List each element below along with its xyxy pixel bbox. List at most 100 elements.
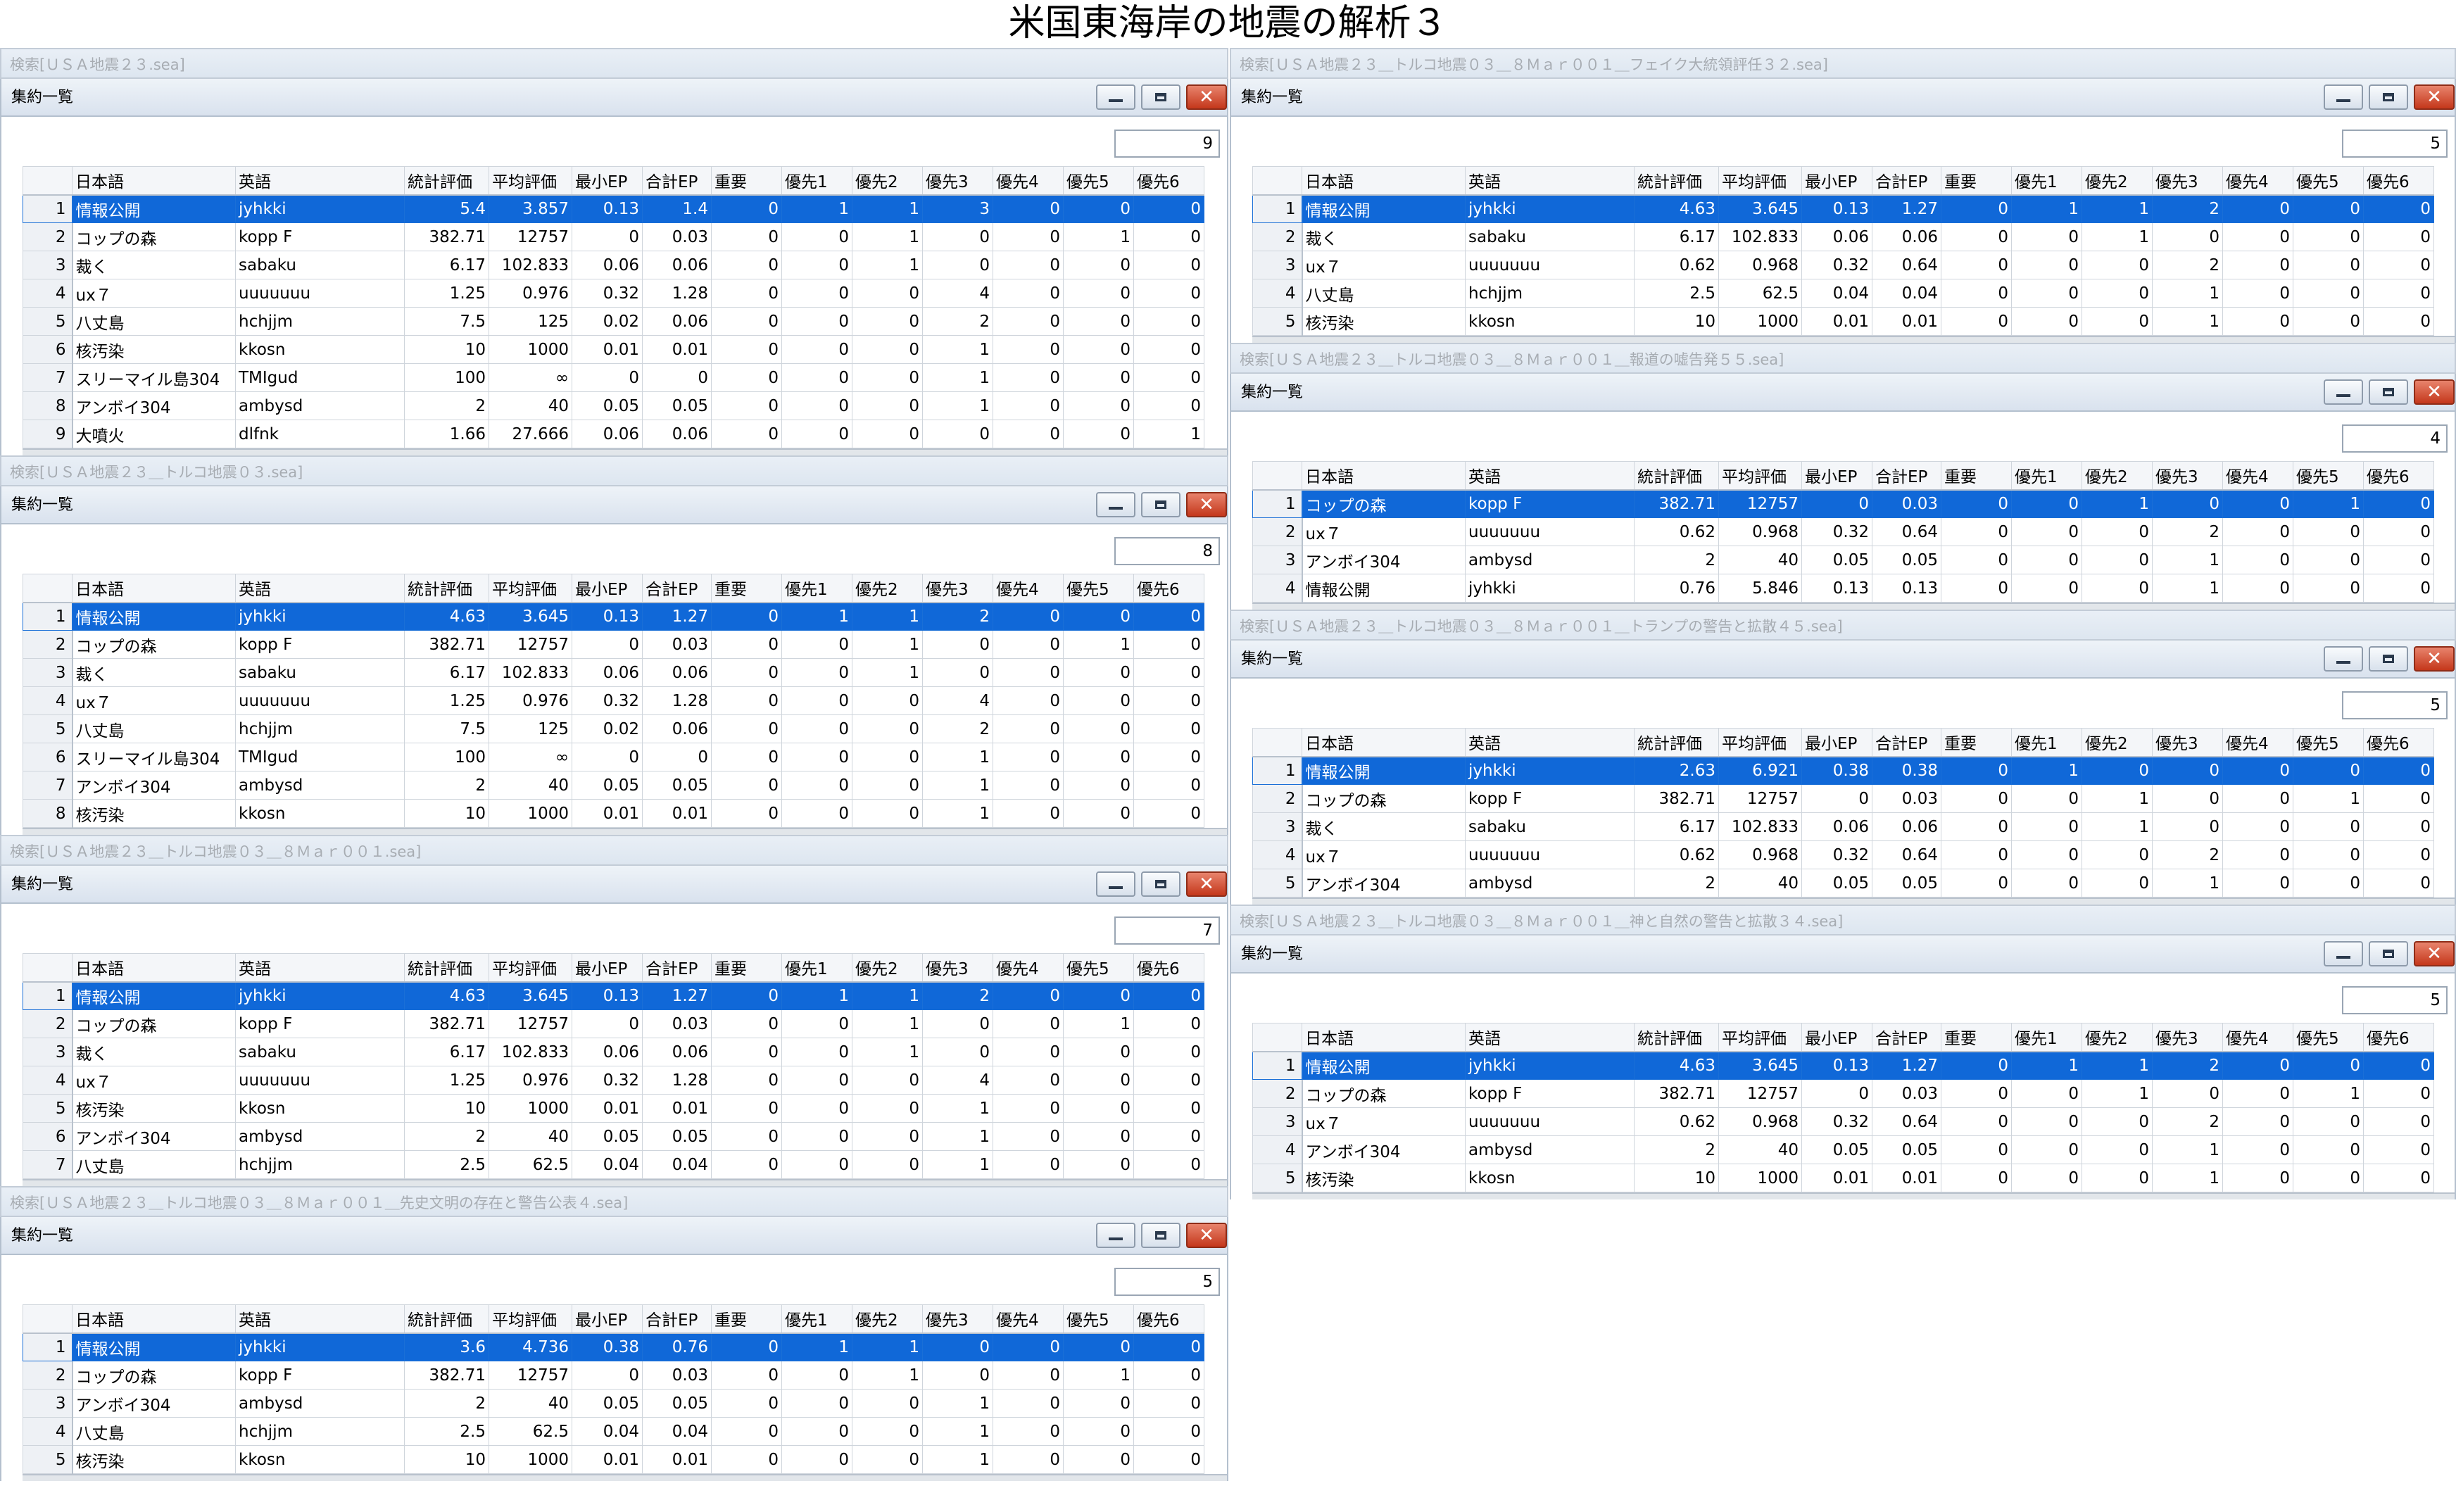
- column-header[interactable]: 優先5: [1063, 1304, 1134, 1334]
- column-header[interactable]: 優先6: [2363, 166, 2434, 196]
- column-header[interactable]: 優先3: [922, 953, 993, 983]
- column-header[interactable]: 統計評価: [1634, 1023, 1719, 1052]
- column-header[interactable]: 平均評価: [489, 953, 572, 983]
- table-row[interactable]: 2 ux７ uuuuuuu 0.62 0.968 0.32 0.64 0 0 0 2 0 0 0: [1252, 517, 2434, 546]
- minimize-button[interactable]: [1096, 1223, 1135, 1248]
- table-row[interactable]: 1 情報公開 jyhkki 3.6 4.736 0.38 0.76 0 1 1 0 0 0 0: [23, 1333, 1204, 1361]
- column-header[interactable]: 優先4: [993, 1304, 1064, 1334]
- table-row[interactable]: 2 コップの森 kopp F 382.71 12757 0 0.03 0 0 1 0 0 1 0: [23, 630, 1204, 659]
- table-row[interactable]: 2 コップの森 kopp F 382.71 12757 0 0.03 0 0 1 0 0 1 0: [23, 1361, 1204, 1390]
- column-header[interactable]: 平均評価: [1718, 461, 1802, 491]
- column-header[interactable]: 合計EP: [642, 166, 712, 196]
- column-header[interactable]: 優先4: [993, 574, 1064, 603]
- table-row[interactable]: 1 情報公開 jyhkki 4.63 3.645 0.13 1.27 0 1 1 2 0 0 0: [1252, 194, 2434, 223]
- column-header[interactable]: 優先3: [922, 574, 993, 603]
- minimize-button[interactable]: [2324, 646, 2363, 672]
- close-button[interactable]: ✕: [2414, 646, 2455, 672]
- column-header[interactable]: 優先5: [1063, 166, 1134, 196]
- column-header[interactable]: 優先2: [852, 1304, 923, 1334]
- column-header[interactable]: 合計EP: [1872, 728, 1941, 757]
- column-header[interactable]: 優先2: [852, 953, 923, 983]
- column-header[interactable]: 平均評価: [489, 574, 572, 603]
- result-count-field[interactable]: 5: [2342, 691, 2448, 719]
- column-header[interactable]: 重要: [1941, 461, 2012, 491]
- maximize-button[interactable]: [1141, 1223, 1180, 1248]
- column-header[interactable]: 最小EP: [1801, 461, 1872, 491]
- close-button[interactable]: ✕: [1186, 84, 1227, 110]
- table-row[interactable]: 3 アンボイ304 ambysd 2 40 0.05 0.05 0 0 0 1 0 0 0: [1252, 546, 2434, 574]
- close-button[interactable]: ✕: [2414, 941, 2455, 966]
- column-header[interactable]: 優先2: [852, 574, 923, 603]
- maximize-button[interactable]: [2369, 646, 2408, 672]
- column-header[interactable]: 合計EP: [1872, 461, 1941, 491]
- column-header[interactable]: 合計EP: [642, 953, 712, 983]
- table-row[interactable]: 3 裁く sabaku 6.17 102.833 0.06 0.06 0 0 1 0 0 0 0: [23, 251, 1204, 279]
- maximize-button[interactable]: [1141, 84, 1180, 110]
- result-count-field[interactable]: 4: [2342, 424, 2448, 453]
- column-header[interactable]: 日本語: [72, 953, 236, 983]
- maximize-button[interactable]: [2369, 379, 2408, 405]
- column-header[interactable]: 最小EP: [572, 166, 643, 196]
- result-count-field[interactable]: 9: [1114, 130, 1220, 158]
- result-count-field[interactable]: 5: [2342, 130, 2448, 158]
- column-header[interactable]: 平均評価: [1718, 1023, 1802, 1052]
- column-header[interactable]: 平均評価: [1718, 728, 1802, 757]
- column-header[interactable]: 最小EP: [572, 953, 643, 983]
- column-header[interactable]: 優先2: [2082, 728, 2153, 757]
- table-row[interactable]: 5 アンボイ304 ambysd 2 40 0.05 0.05 0 0 0 1 0 0 0: [1252, 869, 2434, 897]
- column-header[interactable]: 優先4: [2222, 1023, 2293, 1052]
- column-header[interactable]: 優先1: [781, 166, 852, 196]
- column-header[interactable]: 英語: [1465, 166, 1635, 196]
- table-row[interactable]: 5 核汚染 kkosn 10 1000 0.01 0.01 0 0 0 1 0 0 0: [1252, 307, 2434, 336]
- column-header[interactable]: 統計評価: [1634, 461, 1719, 491]
- table-row[interactable]: 7 八丈島 hchjjm 2.5 62.5 0.04 0.04 0 0 0 1 0 0 0: [23, 1150, 1204, 1179]
- table-row[interactable]: 3 アンボイ304 ambysd 2 40 0.05 0.05 0 0 0 1 0 0 0: [23, 1389, 1204, 1418]
- column-header[interactable]: 最小EP: [1801, 1023, 1872, 1052]
- table-row[interactable]: 4 ux７ uuuuuuu 1.25 0.976 0.32 1.28 0 0 0 4 0 0 0: [23, 279, 1204, 308]
- column-header[interactable]: 統計評価: [404, 166, 489, 196]
- column-header[interactable]: 重要: [711, 953, 782, 983]
- column-header[interactable]: 平均評価: [489, 166, 572, 196]
- minimize-button[interactable]: [1096, 492, 1135, 517]
- table-row[interactable]: 2 コップの森 kopp F 382.71 12757 0 0.03 0 0 1 0 0 1 0: [1252, 784, 2434, 813]
- column-header[interactable]: 優先1: [781, 574, 852, 603]
- column-header[interactable]: 優先3: [922, 1304, 993, 1334]
- column-header[interactable]: 合計EP: [642, 574, 712, 603]
- table-row[interactable]: 3 裁く sabaku 6.17 102.833 0.06 0.06 0 0 1 0 0 0 0: [23, 658, 1204, 687]
- column-header[interactable]: 優先5: [2293, 461, 2364, 491]
- column-header[interactable]: 英語: [235, 1304, 405, 1334]
- table-row[interactable]: 3 ux７ uuuuuuu 0.62 0.968 0.32 0.64 0 0 0 2 0 0 0: [1252, 251, 2434, 279]
- minimize-button[interactable]: [2324, 379, 2363, 405]
- table-row[interactable]: 1 情報公開 jyhkki 4.63 3.645 0.13 1.27 0 1 1 2 0 0 0: [23, 602, 1204, 631]
- column-header[interactable]: 優先6: [1133, 574, 1204, 603]
- column-header[interactable]: 優先2: [852, 166, 923, 196]
- column-header[interactable]: 統計評価: [404, 574, 489, 603]
- column-header[interactable]: 英語: [235, 574, 405, 603]
- maximize-button[interactable]: [2369, 941, 2408, 966]
- column-header[interactable]: 日本語: [72, 1304, 236, 1334]
- minimize-button[interactable]: [1096, 871, 1135, 897]
- column-header[interactable]: 優先5: [1063, 953, 1134, 983]
- table-row[interactable]: 5 八丈島 hchjjm 7.5 125 0.02 0.06 0 0 0 2 0 0 0: [23, 714, 1204, 743]
- column-header[interactable]: 優先4: [993, 953, 1064, 983]
- column-header[interactable]: 優先4: [2222, 728, 2293, 757]
- table-row[interactable]: 2 コップの森 kopp F 382.71 12757 0 0.03 0 0 1 0 0 1 0: [23, 222, 1204, 251]
- column-header[interactable]: 最小EP: [572, 574, 643, 603]
- column-header[interactable]: 優先1: [2011, 728, 2082, 757]
- table-row[interactable]: 6 核汚染 kkosn 10 1000 0.01 0.01 0 0 0 1 0 0 0: [23, 335, 1204, 364]
- column-header[interactable]: 優先6: [2363, 461, 2434, 491]
- close-button[interactable]: ✕: [2414, 84, 2455, 110]
- column-header[interactable]: 優先2: [2082, 166, 2153, 196]
- column-header[interactable]: 英語: [235, 166, 405, 196]
- column-header[interactable]: 平均評価: [1718, 166, 1802, 196]
- column-header[interactable]: 優先2: [2082, 461, 2153, 491]
- column-header[interactable]: 日本語: [72, 574, 236, 603]
- column-header[interactable]: 重要: [711, 1304, 782, 1334]
- column-header[interactable]: 優先5: [2293, 166, 2364, 196]
- column-header[interactable]: 最小EP: [1801, 166, 1872, 196]
- minimize-button[interactable]: [2324, 941, 2363, 966]
- column-header[interactable]: 重要: [711, 166, 782, 196]
- column-header[interactable]: 優先3: [2152, 166, 2223, 196]
- column-header[interactable]: 重要: [1941, 728, 2012, 757]
- table-row[interactable]: 8 核汚染 kkosn 10 1000 0.01 0.01 0 0 0 1 0 0 0: [23, 799, 1204, 828]
